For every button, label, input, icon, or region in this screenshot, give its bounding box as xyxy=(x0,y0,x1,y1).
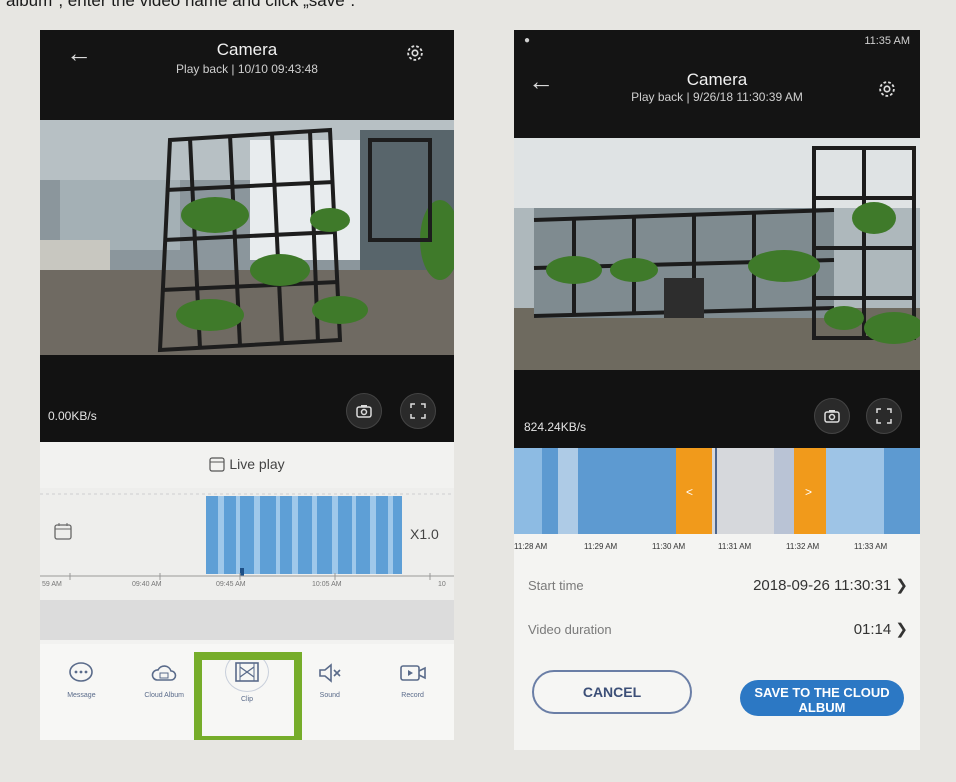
zoom-level[interactable]: X1.0 xyxy=(410,526,439,542)
left-playback-timeline[interactable]: X1.0 59 AM 09:40 AM 09:45 AM 10:05 AM 10 xyxy=(40,488,454,608)
nav-cloud-album-label: Cloud Album xyxy=(144,692,185,699)
clip-highlight-frame xyxy=(194,652,302,740)
tick-label: 10:05 AM xyxy=(312,581,342,588)
left-grey-spacer xyxy=(40,600,454,640)
fullscreen-button[interactable] xyxy=(400,393,436,429)
left-video-controls: 0.00KB/s xyxy=(40,355,454,442)
right-phone-screen: ● 11:35 AM ← Camera Play back | 9/26/18 … xyxy=(514,30,920,750)
left-title: Camera xyxy=(216,40,278,59)
right-top-bar: ● 11:35 AM ← Camera Play back | 9/26/18 … xyxy=(514,30,920,138)
status-app-icon: ● xyxy=(524,35,531,46)
svg-text:>: > xyxy=(805,485,812,499)
start-time-value: 2018-09-26 11:30:31 xyxy=(753,577,892,594)
fullscreen-icon xyxy=(876,408,892,424)
clip-range-timeline[interactable]: < > xyxy=(514,448,920,534)
calendar-icon[interactable] xyxy=(54,522,72,540)
time-label: 11:28 AM xyxy=(514,542,548,551)
right-title: Camera xyxy=(686,70,748,89)
nav-record[interactable]: Record xyxy=(378,644,448,740)
left-top-bar: ← Camera Play back | 10/10 09:43:48 xyxy=(40,30,454,120)
right-video-controls: 824.24KB/s xyxy=(514,370,920,448)
record-icon xyxy=(399,665,426,681)
clip-time-labels: 11:28 AM 11:29 AM 11:30 AM 11:31 AM 11:3… xyxy=(514,542,920,556)
save-to-cloud-album-button[interactable]: SAVE TO THE CLOUD ALBUM xyxy=(740,680,904,716)
left-subtitle: Play back | 10/10 09:43:48 xyxy=(176,62,318,76)
video-duration-label: Video duration xyxy=(528,622,612,637)
status-bar: ● 11:35 AM xyxy=(514,30,920,52)
right-subtitle: Play back | 9/26/18 11:30:39 AM xyxy=(631,90,803,104)
tick-label: 59 AM xyxy=(42,581,62,588)
settings-gear-icon[interactable] xyxy=(876,78,898,100)
chevron-right-icon: ❯ xyxy=(895,577,908,594)
sound-icon xyxy=(318,663,341,683)
camera-icon xyxy=(824,410,840,423)
camera-icon xyxy=(356,405,372,418)
settings-gear-icon[interactable] xyxy=(404,42,426,64)
left-video-scene xyxy=(40,120,454,355)
right-video-feed[interactable] xyxy=(514,138,920,370)
video-duration-value-wrap: 01:14 ❯ xyxy=(854,620,908,638)
start-time-label: Start time xyxy=(528,578,584,593)
nav-message-label: Message xyxy=(67,692,96,699)
calendar-live-icon xyxy=(209,457,225,472)
fullscreen-icon xyxy=(410,403,426,419)
start-time-value-wrap: 2018-09-26 11:30:31 ❯ xyxy=(753,576,908,594)
time-label: 11:30 AM xyxy=(652,542,686,551)
live-play-link[interactable]: Live play xyxy=(40,456,454,480)
tick-label: 09:45 AM xyxy=(216,581,246,588)
left-bitrate: 0.00KB/s xyxy=(48,409,97,423)
snapshot-button[interactable] xyxy=(346,393,382,429)
cloud-album-icon xyxy=(151,665,177,681)
time-label: 11:33 AM xyxy=(854,542,888,551)
caption: album", enter the video name and click „… xyxy=(0,0,956,14)
nav-sound[interactable]: Sound xyxy=(295,644,365,740)
left-phone-screen: ← Camera Play back | 10/10 09:43:48 0.00… xyxy=(40,30,454,740)
nav-sound-label: Sound xyxy=(319,692,340,699)
right-bitrate: 824.24KB/s xyxy=(524,420,587,434)
nav-record-label: Record xyxy=(401,692,424,699)
time-label: 11:31 AM xyxy=(718,542,752,551)
fullscreen-button[interactable] xyxy=(866,398,902,434)
snapshot-button[interactable] xyxy=(814,398,850,434)
video-duration-row[interactable]: Video duration 01:14 ❯ xyxy=(528,620,908,650)
left-video-feed[interactable] xyxy=(40,120,454,355)
nav-message[interactable]: Message xyxy=(46,644,116,740)
time-label: 11:29 AM xyxy=(584,542,618,551)
svg-text:<: < xyxy=(686,485,693,499)
start-time-row[interactable]: Start time 2018-09-26 11:30:31 ❯ xyxy=(528,576,908,606)
status-time: 11:35 AM xyxy=(864,35,910,47)
clip-range-bars: < > xyxy=(514,448,920,534)
live-play-label: Live play xyxy=(229,456,285,472)
tick-label: 09:40 AM xyxy=(132,581,162,588)
video-duration-value: 01:14 xyxy=(853,621,892,638)
right-video-scene xyxy=(514,138,920,370)
chevron-right-icon: ❯ xyxy=(895,621,908,638)
message-icon xyxy=(69,662,94,682)
caption-text: album", enter the video name and click „… xyxy=(6,0,356,10)
left-timeline-bars xyxy=(40,493,454,580)
cancel-button[interactable]: CANCEL xyxy=(532,670,692,714)
time-label: 11:32 AM xyxy=(786,542,820,551)
nav-cloud-album[interactable]: Cloud Album xyxy=(129,644,199,740)
tick-label: 10 xyxy=(438,581,446,588)
